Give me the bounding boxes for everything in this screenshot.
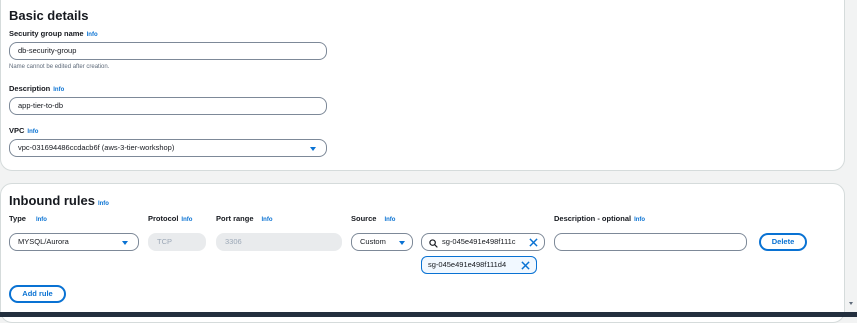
search-icon xyxy=(429,238,438,248)
security-group-name-input[interactable]: db-security-group xyxy=(9,42,327,60)
description-label-text: Description xyxy=(9,84,51,93)
rule-type-select[interactable]: MYSQL/Aurora xyxy=(9,233,139,251)
delete-rule-button[interactable]: Delete xyxy=(759,233,807,251)
rule-source-search-input[interactable]: sg-045e491e498f111c xyxy=(421,233,545,251)
basic-details-panel: Basic details Security group name Info db… xyxy=(0,0,845,171)
security-group-name-label-text: Security group name xyxy=(9,29,84,38)
vpc-select[interactable]: vpc-031694486ccdacb6f (aws-3-tier-worksh… xyxy=(9,139,327,157)
source-info-link[interactable]: Info xyxy=(384,217,395,223)
source-column-header: Source Info xyxy=(351,214,395,223)
vpc-info-link[interactable]: Info xyxy=(27,129,38,135)
vpc-label-text: VPC xyxy=(9,126,25,135)
rule-protocol-value: TCP xyxy=(157,237,172,246)
rule-description-input[interactable] xyxy=(554,233,747,251)
source-token-label: sg-045e491e498f111d4 xyxy=(428,260,507,269)
type-column-header: Type Info xyxy=(9,214,47,223)
security-group-name-info-link[interactable]: Info xyxy=(87,32,98,38)
source-token: sg-045e491e498f111d4 xyxy=(421,256,537,274)
rule-protocol-field: TCP xyxy=(148,233,206,251)
description-input[interactable]: app-tier-to-db xyxy=(9,97,327,115)
security-group-name-help: Name cannot be edited after creation. xyxy=(9,64,110,70)
port-range-info-link[interactable]: Info xyxy=(262,217,273,223)
port-range-column-header: Port range Info xyxy=(216,214,273,223)
description-optional-info-link[interactable]: Info xyxy=(634,217,645,223)
description-info-link[interactable]: Info xyxy=(53,87,64,93)
inbound-rules-info-link[interactable]: Info xyxy=(98,201,109,207)
rule-source-search-value: sg-045e491e498f111c xyxy=(442,237,516,246)
security-group-name-value: db-security-group xyxy=(18,46,77,55)
description-label: Description Info xyxy=(9,84,64,93)
add-rule-button[interactable]: Add rule xyxy=(9,285,66,303)
basic-details-heading: Basic details xyxy=(9,8,89,23)
inbound-rules-heading: Inbound rules Info xyxy=(9,193,109,208)
chevron-down-icon xyxy=(310,147,316,151)
vpc-value: vpc-031694486ccdacb6f (aws-3-tier-worksh… xyxy=(18,143,175,152)
chevron-down-icon xyxy=(399,241,405,245)
inbound-rules-panel: Inbound rules Info Type Info Protocol Info … xyxy=(0,183,845,323)
inbound-rules-heading-text: Inbound rules xyxy=(9,193,95,208)
page-scrollbar[interactable] xyxy=(847,0,857,312)
protocol-column-header: Protocol Info xyxy=(148,214,192,223)
vpc-label: VPC Info xyxy=(9,126,38,135)
security-group-name-label: Security group name Info xyxy=(9,29,98,38)
rule-port-range-field: 3306 xyxy=(216,233,342,251)
clear-icon[interactable] xyxy=(527,238,538,247)
source-column-text: Source xyxy=(351,214,377,223)
protocol-column-text: Protocol xyxy=(148,214,179,223)
remove-token-icon[interactable] xyxy=(519,261,530,270)
chevron-down-icon xyxy=(122,241,128,245)
rule-port-range-value: 3306 xyxy=(225,237,242,246)
rule-type-value: MYSQL/Aurora xyxy=(18,237,69,246)
scroll-down-arrow-icon[interactable] xyxy=(849,302,853,305)
rule-source-type-select[interactable]: Custom xyxy=(351,233,413,251)
type-info-link[interactable]: Info xyxy=(36,217,47,223)
description-optional-column-header: Description - optional Info xyxy=(554,214,645,223)
rule-source-type-value: Custom xyxy=(360,237,386,246)
protocol-info-link[interactable]: Info xyxy=(181,217,192,223)
description-value: app-tier-to-db xyxy=(18,101,64,110)
bottom-bar xyxy=(0,312,857,317)
port-range-column-text: Port range xyxy=(216,214,254,223)
type-column-text: Type xyxy=(9,214,26,223)
description-optional-column-text: Description - optional xyxy=(554,214,632,223)
